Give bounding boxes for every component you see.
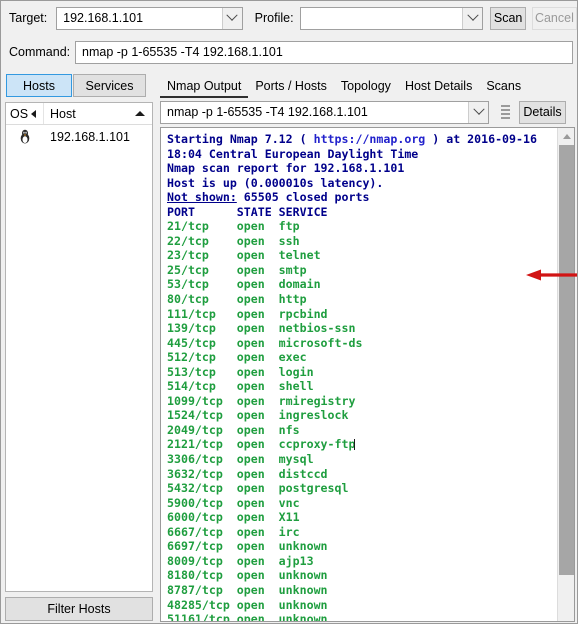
profile-label: Profile: [254, 11, 294, 25]
tab-services[interactable]: Services [73, 74, 146, 97]
sort-ascending-icon [135, 111, 145, 116]
output-port-row: 2121/tcp open ccproxy-ftp [167, 437, 356, 452]
output-port-row: 8009/tcp open ajp13 [167, 553, 314, 568]
tab-ports-hosts[interactable]: Ports / Hosts [248, 75, 334, 98]
target-value: 192.168.1.101 [63, 11, 144, 25]
output-command-dropdown-button[interactable] [468, 101, 488, 123]
scrollbar-thumb[interactable] [559, 145, 574, 575]
list-item-label: 192.168.1.101 [50, 129, 130, 144]
tab-host-details[interactable]: Host Details [398, 75, 479, 98]
output-port-row: 1524/tcp open ingreslock [167, 408, 349, 423]
chevron-up-icon [562, 134, 571, 139]
output-port-row: 8787/tcp open unknown [167, 582, 328, 597]
output-port-row: 2049/tcp open nfs [167, 422, 300, 437]
tab-topology[interactable]: Topology [334, 75, 398, 98]
details-button[interactable]: Details [519, 100, 566, 124]
sidebar-tabs: Hosts Services [6, 74, 146, 97]
column-header-os[interactable]: OS [6, 103, 44, 124]
main-panel: Nmap Output Ports / Hosts Topology Host … [158, 71, 577, 623]
output-port-row: 1099/tcp open rmiregistry [167, 393, 356, 408]
output-command-value: nmap -p 1-65535 -T4 192.168.1.101 [167, 105, 368, 119]
nmap-url-link[interactable]: https://nmap.org [314, 132, 426, 146]
output-port-row: 5432/tcp open postgresql [167, 481, 349, 496]
output-port-row: 514/tcp open shell [167, 379, 314, 394]
chevron-down-icon [226, 9, 238, 21]
column-header-os-label: OS [10, 106, 29, 121]
column-header-host[interactable]: Host [44, 103, 152, 124]
output-line-columns: PORT STATE SERVICE [167, 204, 328, 219]
host-list-header: OS Host [6, 103, 152, 125]
target-label: Target: [9, 11, 48, 25]
output-port-row: 21/tcp open ftp [167, 219, 300, 234]
filter-hosts-button[interactable]: Filter Hosts [5, 597, 153, 621]
target-row: Target: 192.168.1.101 Profile: Scan Canc… [1, 1, 577, 35]
output-port-row: 111/tcp open rpcbind [167, 306, 328, 321]
profile-dropdown-button[interactable] [462, 7, 483, 29]
output-port-row: 3306/tcp open mysql [167, 452, 314, 467]
list-item[interactable]: 192.168.1.101 [6, 125, 152, 148]
output-port-row: 513/tcp open login [167, 364, 314, 379]
output-line-time: 18:04 Central European Daylight Time [167, 146, 419, 161]
cancel-button: Cancel [531, 6, 577, 30]
output-port-row: 6000/tcp open X11 [167, 510, 300, 525]
nmap-output-text[interactable]: Starting Nmap 7.12 ( https://nmap.org ) … [161, 128, 557, 621]
command-label: Command: [9, 45, 71, 59]
nmap-output-panel: Starting Nmap 7.12 ( https://nmap.org ) … [160, 127, 575, 622]
output-port-row: 5900/tcp open vnc [167, 495, 300, 510]
profile-select[interactable] [299, 6, 484, 30]
output-command-select[interactable]: nmap -p 1-65535 -T4 192.168.1.101 [160, 100, 489, 124]
output-scrollbar[interactable] [557, 128, 574, 621]
command-input[interactable]: nmap -p 1-65535 -T4 192.168.1.101 [75, 40, 573, 64]
output-line-hostup: Host is up (0.000010s latency). [167, 175, 384, 190]
scroll-up-button[interactable] [558, 128, 574, 145]
toolbar: Target: 192.168.1.101 Profile: Scan Canc… [1, 1, 577, 69]
output-port-row: 6667/tcp open irc [167, 524, 300, 539]
text-cursor [354, 439, 356, 451]
output-port-row: 8180/tcp open unknown [167, 568, 328, 583]
output-line-report: Nmap scan report for 192.168.1.101 [167, 161, 405, 176]
column-header-host-label: Host [50, 106, 76, 121]
main-tabs: Nmap Output Ports / Hosts Topology Host … [160, 74, 528, 98]
tab-hosts[interactable]: Hosts [6, 74, 72, 97]
output-port-row: 512/tcp open exec [167, 350, 307, 365]
command-row: Command: nmap -p 1-65535 -T4 192.168.1.1… [1, 35, 577, 69]
output-port-row: 22/tcp open ssh [167, 233, 300, 248]
output-port-row: 6697/tcp open unknown [167, 539, 328, 554]
sidebar: Hosts Services OS Host 192.168.1.101 Fil… [2, 71, 157, 623]
output-port-row: 3632/tcp open distccd [167, 466, 328, 481]
chevron-down-icon [467, 9, 479, 21]
tab-nmap-output[interactable]: Nmap Output [160, 75, 249, 98]
output-port-row: 53/tcp open domain [167, 277, 321, 292]
chevron-down-icon [472, 103, 485, 115]
output-port-row: 23/tcp open telnet [167, 248, 321, 263]
linux-penguin-icon [6, 129, 44, 144]
output-line-not-shown: Not shown: 65505 closed ports [167, 190, 370, 205]
output-port-row: 139/tcp open netbios-ssn [167, 321, 356, 336]
output-port-row: 25/tcp open smtp [167, 262, 307, 277]
host-list: OS Host 192.168.1.101 [5, 102, 153, 592]
zenmap-window: Target: 192.168.1.101 Profile: Scan Canc… [0, 0, 578, 624]
output-port-row: 51161/tcp open unknown [167, 612, 328, 621]
target-input[interactable]: 192.168.1.101 [56, 6, 243, 30]
output-line-start: Starting Nmap 7.12 ( https://nmap.org ) … [167, 132, 537, 146]
output-port-row: 48285/tcp open unknown [167, 597, 328, 612]
output-port-row: 80/tcp open http [167, 292, 307, 307]
output-command-row: nmap -p 1-65535 -T4 192.168.1.101 Detail… [160, 99, 574, 125]
menu-icon[interactable] [495, 101, 515, 124]
tab-scans[interactable]: Scans [479, 75, 528, 98]
scan-button[interactable]: Scan [490, 6, 526, 30]
output-port-row: 445/tcp open microsoft-ds [167, 335, 363, 350]
sort-left-icon [31, 109, 37, 118]
target-dropdown-button[interactable] [221, 7, 242, 29]
